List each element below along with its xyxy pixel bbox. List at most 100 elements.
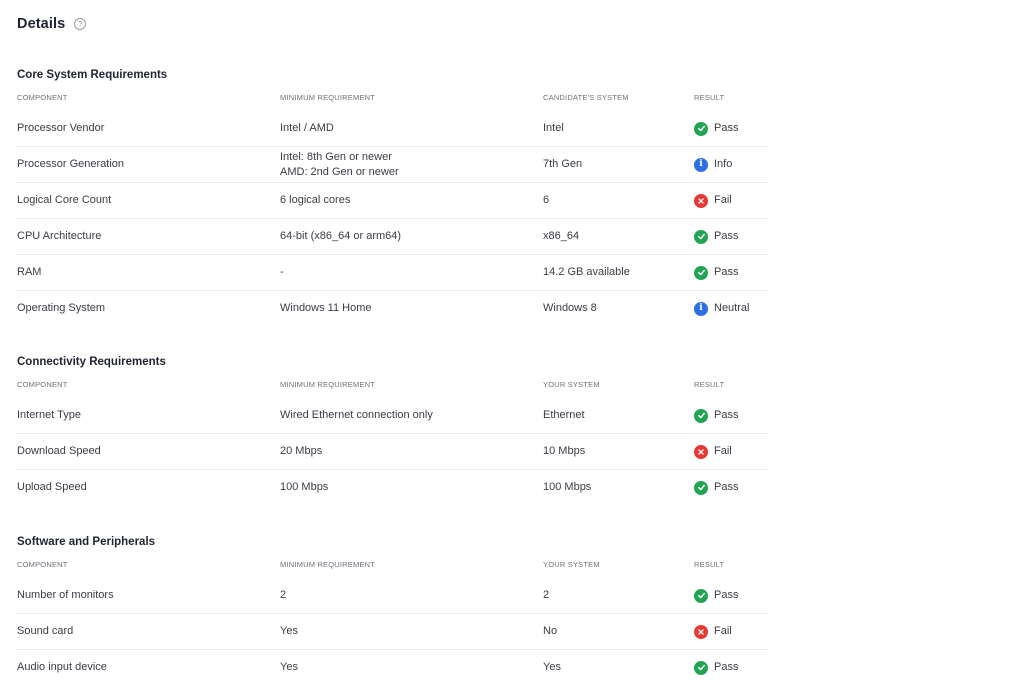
table-row: CPU Architecture 64-bit (x86_64 or arm64)…	[17, 219, 768, 255]
table-row: Sound card Yes No Fail	[17, 614, 768, 650]
section-3: Software and Peripherals COMPONENT MINIMUM…	[17, 533, 768, 685]
requirement-cell: 6 logical cores	[280, 193, 543, 208]
requirement-cell: Wired Ethernet connection only	[280, 408, 543, 423]
requirement-line: Intel / AMD	[280, 122, 334, 134]
check-circle-icon	[694, 265, 708, 280]
requirement-cell: 2	[280, 588, 543, 603]
system-cell: 10 Mbps	[543, 445, 586, 457]
table-row: Audio input device Yes Yes Pass	[17, 650, 768, 685]
section-title: Connectivity Requirements	[17, 356, 166, 368]
check-circle-icon	[694, 660, 708, 675]
table-row: Internet Type Wired Ethernet connection o…	[17, 398, 768, 434]
requirement-cell: Intel: 8th Gen or newer AMD: 2nd Gen or n…	[280, 150, 543, 180]
requirement-line: Intel: 8th Gen or newer	[280, 150, 392, 163]
result-label: Fail	[714, 625, 732, 637]
result-cell: i Info	[694, 157, 768, 172]
component-cell: Upload Speed	[17, 481, 87, 493]
component-cell: CPU Architecture	[17, 230, 102, 242]
requirement-line: Yes	[280, 625, 298, 637]
requirement-line: 20 Mbps	[280, 445, 323, 457]
table-header: COMPONENT MINIMUM REQUIREMENT YOUR SYSTEM R…	[17, 551, 768, 578]
component-cell: Number of monitors	[17, 589, 114, 601]
column-header: COMPONENT	[17, 93, 68, 102]
requirement-line: Windows 11 Home	[280, 302, 372, 314]
result-label: Pass	[714, 409, 739, 421]
result-label: Pass	[714, 122, 739, 134]
result-cell: Fail	[694, 193, 768, 208]
help-circle-icon[interactable]: ?	[74, 18, 87, 30]
check-circle-icon	[694, 121, 708, 136]
system-cell: Yes	[543, 661, 561, 673]
system-cell: Intel	[543, 122, 564, 134]
result-cell: Fail	[694, 624, 768, 639]
table-body: Processor Vendor Intel / AMD Intel Pass Proc…	[17, 111, 768, 326]
requirement-cell: -	[280, 265, 543, 280]
table-row: Download Speed 20 Mbps 10 Mbps Fail	[17, 434, 768, 470]
info-circle-icon: i	[694, 157, 708, 172]
page-header: Details ?	[17, 0, 1007, 48]
x-circle-icon	[694, 193, 708, 208]
column-header: RESULT	[694, 380, 725, 389]
requirement-cell: 100 Mbps	[280, 480, 543, 495]
result-label: Neutral	[714, 302, 750, 314]
result-label: Pass	[714, 266, 739, 278]
column-header: MINIMUM REQUIREMENT	[280, 93, 376, 102]
table-row: Processor Generation Intel: 8th Gen or ne…	[17, 147, 768, 183]
result-label: Pass	[714, 589, 739, 601]
x-circle-icon	[694, 624, 708, 639]
system-cell: 2	[543, 589, 550, 601]
result-cell: Pass	[694, 229, 768, 244]
table-row: Processor Vendor Intel / AMD Intel Pass	[17, 111, 768, 147]
requirement-line: 6 logical cores	[280, 194, 351, 206]
component-cell: Operating System	[17, 302, 106, 314]
system-cell: No	[543, 625, 558, 637]
result-cell: Pass	[694, 265, 768, 280]
check-circle-icon	[694, 480, 708, 495]
component-cell: Sound card	[17, 625, 74, 637]
page-title: Details	[17, 16, 66, 32]
result-cell: Pass	[694, 408, 768, 423]
result-label: Pass	[714, 230, 739, 242]
requirement-line: Wired Ethernet connection only	[280, 409, 433, 421]
result-cell: Pass	[694, 588, 768, 603]
requirement-cell: 20 Mbps	[280, 444, 543, 459]
table-row: Upload Speed 100 Mbps 100 Mbps Pass	[17, 470, 768, 505]
component-cell: Logical Core Count	[17, 194, 112, 206]
x-circle-icon	[694, 444, 708, 459]
table-row: Number of monitors 2 2 Pass	[17, 578, 768, 614]
component-cell: Audio input device	[17, 661, 107, 673]
component-cell: Processor Generation	[17, 158, 124, 170]
table-header: COMPONENT MINIMUM REQUIREMENT YOUR SYSTEM R…	[17, 371, 768, 398]
column-header: MINIMUM REQUIREMENT	[280, 560, 376, 569]
component-cell: RAM	[17, 266, 42, 278]
requirement-cell: 64-bit (x86_64 or arm64)	[280, 229, 543, 244]
column-header: COMPONENT	[17, 380, 68, 389]
result-label: Fail	[714, 445, 732, 457]
result-cell: Fail	[694, 444, 768, 459]
requirement-cell: Yes	[280, 624, 543, 639]
requirement-line: 100 Mbps	[280, 481, 329, 493]
column-header: RESULT	[694, 560, 725, 569]
check-circle-icon	[694, 229, 708, 244]
column-header: COMPONENT	[17, 560, 68, 569]
section-title: Software and Peripherals	[17, 536, 156, 548]
check-circle-icon	[694, 588, 708, 603]
table-row: Logical Core Count 6 logical cores 6 Fail	[17, 183, 768, 219]
column-header: MINIMUM REQUIREMENT	[280, 380, 376, 389]
requirement-line: AMD: 2nd Gen or newer	[280, 165, 399, 178]
column-header: CANDIDATE'S SYSTEM	[543, 93, 629, 102]
requirement-line: -	[280, 266, 284, 278]
column-header: RESULT	[694, 93, 725, 102]
check-circle-icon	[694, 408, 708, 423]
table-body: Internet Type Wired Ethernet connection o…	[17, 398, 768, 505]
system-cell: 100 Mbps	[543, 481, 592, 493]
result-label: Fail	[714, 194, 732, 206]
table-body: Number of monitors 2 2 Pass Sound card Yes No F…	[17, 578, 768, 685]
requirement-cell: Yes	[280, 660, 543, 675]
details-page: Details ? Core System Requirements COMPON…	[0, 0, 1024, 675]
result-cell: Pass	[694, 480, 768, 495]
requirement-cell: Windows 11 Home	[280, 301, 543, 316]
system-cell: 6	[543, 194, 550, 206]
result-cell: Pass	[694, 121, 768, 136]
component-cell: Download Speed	[17, 445, 101, 457]
